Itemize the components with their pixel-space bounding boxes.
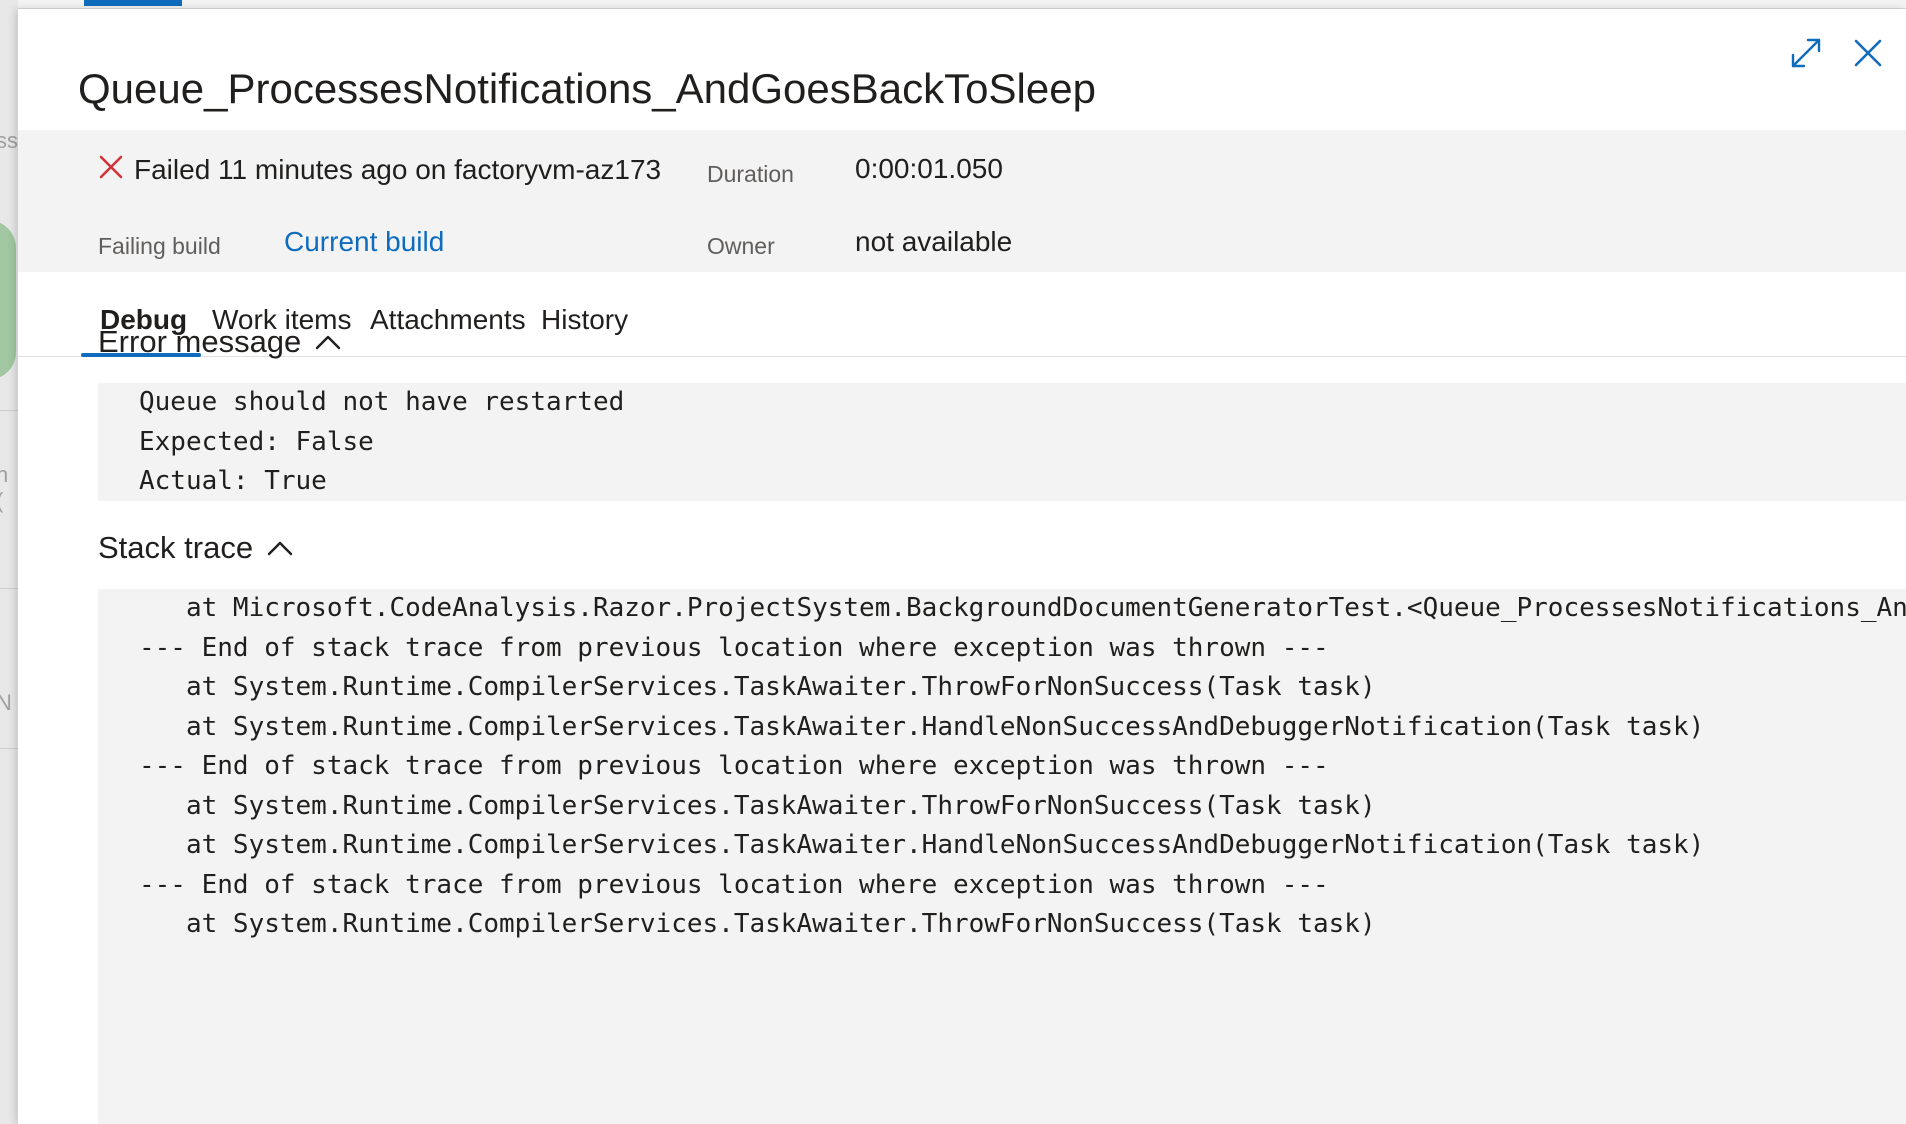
stack-trace-line: at System.Runtime.CompilerServices.TaskA… bbox=[139, 830, 1705, 860]
stack-trace-toggle[interactable]: Stack trace bbox=[98, 530, 293, 566]
chevron-up-icon bbox=[267, 541, 293, 556]
close-icon bbox=[1854, 39, 1882, 67]
failed-x-icon bbox=[99, 155, 123, 179]
error-message-block: Queue should not have restarted Expected… bbox=[98, 383, 1906, 501]
background-chart-fragment bbox=[0, 220, 16, 380]
close-button[interactable] bbox=[1848, 33, 1888, 73]
background-page-strip: ss n ( N bbox=[0, 0, 18, 1124]
page: ss n ( N Queue_ProcessesNotifications_An… bbox=[0, 0, 1906, 1124]
background-divider bbox=[0, 410, 18, 411]
stack-trace-block: at Microsoft.CodeAnalysis.Razor.ProjectS… bbox=[98, 589, 1906, 1124]
stack-trace-line: at System.Runtime.CompilerServices.TaskA… bbox=[139, 672, 1376, 702]
duration-label: Duration bbox=[707, 161, 794, 187]
background-divider bbox=[0, 748, 18, 749]
background-text-fragment: N bbox=[0, 690, 12, 715]
error-line: Actual: True bbox=[139, 466, 327, 496]
stack-trace-line: --- End of stack trace from previous loc… bbox=[139, 751, 1329, 781]
status-text: Failed 11 minutes ago on factoryvm-az173 bbox=[134, 154, 662, 185]
owner-label: Owner bbox=[707, 233, 775, 259]
stack-trace-line: at System.Runtime.CompilerServices.TaskA… bbox=[139, 790, 1376, 821]
stack-trace-line: --- End of stack trace from previous loc… bbox=[139, 869, 1329, 900]
test-summary: Failed 11 minutes ago on factoryvm-az173… bbox=[18, 130, 1906, 272]
current-build-link[interactable]: Current build bbox=[284, 226, 444, 258]
duration-value: 0:00:01.050 bbox=[855, 153, 1003, 184]
panel-actions bbox=[1786, 33, 1888, 73]
tab-attachments[interactable]: Attachments bbox=[370, 304, 526, 336]
expand-button[interactable] bbox=[1786, 33, 1826, 73]
failing-build-label: Failing build bbox=[98, 233, 221, 259]
error-line: Queue should not have restarted bbox=[139, 387, 625, 417]
top-tab-indicator bbox=[84, 0, 182, 6]
top-strip bbox=[18, 0, 1906, 9]
stack-trace-line: at Microsoft.CodeAnalysis.Razor.ProjectS… bbox=[185, 593, 1906, 623]
background-text-fragment: n ( bbox=[0, 462, 9, 513]
tab-history[interactable]: History bbox=[541, 304, 628, 336]
stack-trace-line: --- End of stack trace from previous loc… bbox=[139, 632, 1329, 663]
error-message-toggle[interactable]: Error message bbox=[98, 324, 341, 360]
background-text-fragment: ss bbox=[0, 128, 18, 153]
chevron-up-icon bbox=[316, 335, 341, 350]
test-status: Failed 11 minutes ago on factoryvm-az173 bbox=[98, 154, 661, 186]
stack-trace-line: at System.Runtime.CompilerServices.TaskA… bbox=[139, 909, 1376, 939]
stack-trace-line: at System.Runtime.CompilerServices.TaskA… bbox=[139, 711, 1705, 742]
test-details-panel: Queue_ProcessesNotifications_AndGoesBack… bbox=[18, 9, 1906, 1124]
owner-value: not available bbox=[855, 226, 1013, 257]
stack-trace-header: Stack trace bbox=[98, 530, 254, 565]
error-message-header: Error message bbox=[98, 324, 302, 359]
background-divider bbox=[0, 588, 18, 589]
page-title: Queue_ProcessesNotifications_AndGoesBack… bbox=[78, 65, 1096, 112]
expand-diagonal-icon bbox=[1791, 38, 1821, 68]
error-line: Expected: False bbox=[139, 426, 374, 457]
